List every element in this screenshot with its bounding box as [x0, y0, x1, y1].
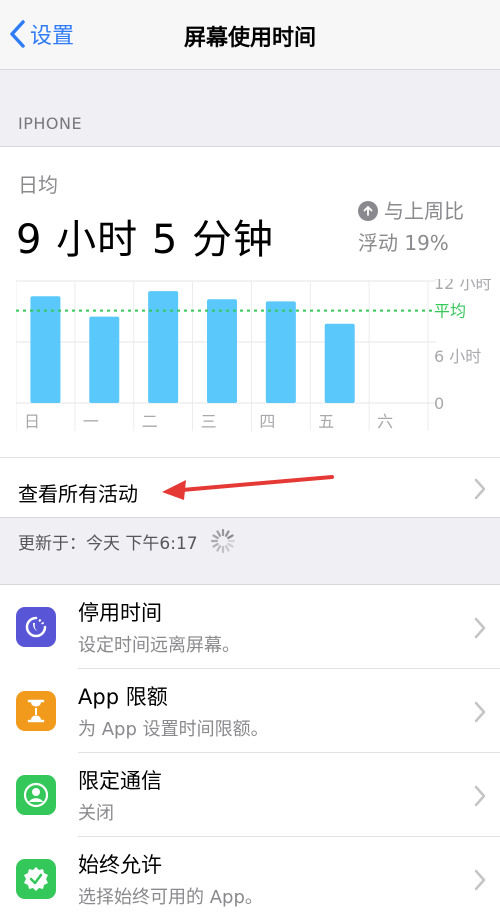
daily-average-value: 9 小时 5 分钟 [16, 217, 275, 263]
x-tick-label: 二 [142, 412, 158, 431]
chevron-right-icon [474, 617, 486, 643]
settings-list: 停用时间 设定时间远离屏幕。 App 限额 为 App 设置时间限额。 限定通信… [0, 584, 500, 913]
section-header: IPHONE [18, 114, 83, 133]
bar [265, 301, 296, 403]
bar [148, 291, 179, 403]
daily-average-label: 日均 [18, 173, 58, 197]
row-subtitle: 关闭 [78, 803, 114, 824]
weekly-usage-chart: 平均 12 小时 6 小时 0 日 一 二 三 四 五 六 [16, 279, 491, 431]
chevron-right-icon [474, 869, 486, 895]
x-tick-label: 六 [377, 412, 393, 431]
row-subtitle: 为 App 设置时间限额。 [78, 719, 269, 740]
x-tick-label: 四 [259, 412, 275, 431]
row-always-allowed[interactable]: 始终允许 选择始终可用的 App。 [0, 837, 500, 913]
page-title: 屏幕使用时间 [183, 26, 316, 51]
contact-icon [16, 775, 56, 815]
row-subtitle: 选择始终可用的 App。 [78, 887, 263, 908]
y-tick-label: 6 小时 [434, 347, 481, 366]
chevron-right-icon [474, 478, 486, 504]
usage-card: 日均 9 小时 5 分钟 与上周比 浮动 19% 平均 12 小时 6 小时 0 日 一 二… [0, 146, 500, 518]
bar [324, 323, 355, 403]
bar [30, 296, 61, 403]
see-all-activity-label: 查看所有活动 [18, 482, 138, 506]
checkmark-badge-icon [16, 859, 56, 899]
see-all-activity-row[interactable]: 查看所有活动 [0, 457, 500, 519]
average-label: 平均 [434, 302, 466, 321]
x-tick-label: 日 [24, 412, 40, 431]
comparison-value: 浮动 19% [358, 231, 449, 255]
x-tick-label: 五 [318, 412, 334, 431]
row-title: 限定通信 [78, 769, 162, 793]
y-tick-label: 0 [434, 394, 444, 413]
row-subtitle: 设定时间远离屏幕。 [78, 635, 240, 656]
row-downtime[interactable]: 停用时间 设定时间远离屏幕。 [0, 585, 500, 669]
row-app-limits[interactable]: App 限额 为 App 设置时间限额。 [0, 669, 500, 753]
bar [89, 316, 120, 403]
y-tick-label: 12 小时 [434, 279, 491, 293]
updated-text: 更新于：今天 下午6:17 [18, 533, 198, 554]
comparison-label: 与上周比 [384, 199, 464, 223]
spinner-icon [210, 528, 235, 554]
navigation-bar: 设置 屏幕使用时间 [0, 0, 500, 70]
x-tick-label: 一 [83, 412, 99, 431]
row-title: 停用时间 [78, 601, 162, 625]
row-title: 始终允许 [78, 853, 162, 877]
bar [207, 299, 237, 403]
downtime-icon [16, 607, 56, 647]
row-communication-limits[interactable]: 限定通信 关闭 [0, 753, 500, 837]
chevron-right-icon [474, 785, 486, 811]
hourglass-icon [16, 691, 56, 731]
row-title: App 限额 [78, 685, 168, 709]
annotation-arrow [162, 475, 334, 500]
chevron-right-icon [474, 701, 486, 727]
arrow-up-icon [358, 201, 378, 221]
x-tick-label: 三 [201, 412, 217, 431]
week-comparison: 与上周比 浮动 19% [358, 195, 488, 259]
updated-status: 更新于：今天 下午6:17 [18, 528, 236, 554]
